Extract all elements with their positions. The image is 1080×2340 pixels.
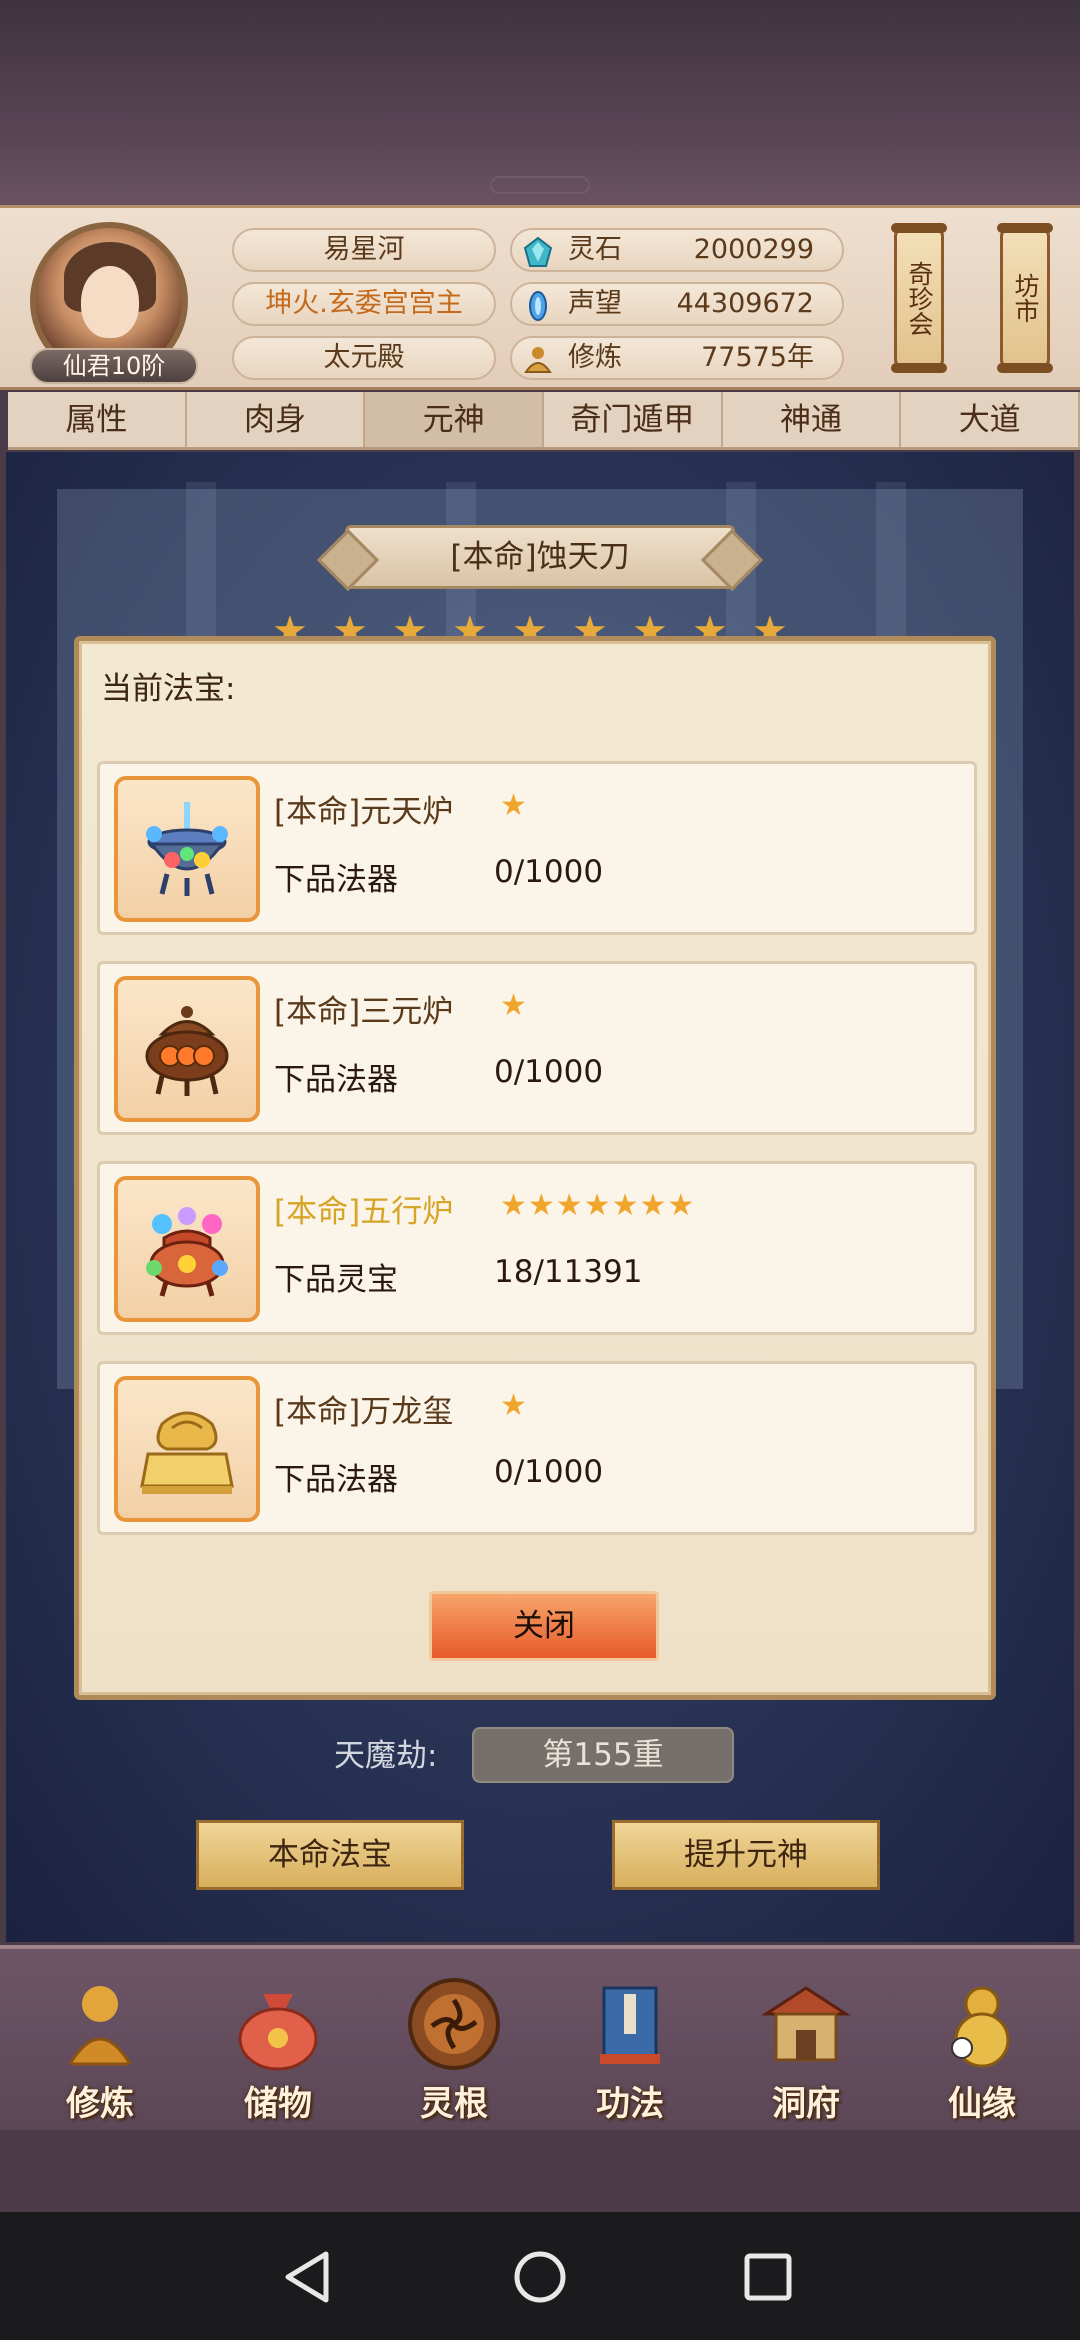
- top-banner: [0, 0, 1080, 205]
- nav-label: 修炼: [66, 2084, 134, 2124]
- player-sect: 太元殿: [232, 336, 496, 380]
- bottom-band: [0, 2130, 1080, 2212]
- nav-cave-mansion[interactable]: 洞府: [736, 1964, 876, 2124]
- rank-badge: 仙君10阶: [30, 348, 198, 384]
- item-progress: 0/1000: [494, 1454, 604, 1490]
- resource-value: 44309672: [676, 288, 814, 319]
- item-progress: 0/1000: [494, 854, 604, 890]
- nav-label: 储物: [244, 2084, 312, 2124]
- nav-storage[interactable]: 储物: [208, 1964, 348, 2124]
- resource-spirit-stone: 灵石 2000299: [510, 228, 844, 272]
- treasure-fair-button[interactable]: 奇珍会: [891, 223, 947, 373]
- tab-dao[interactable]: 大道: [901, 392, 1080, 447]
- ornament: [490, 176, 590, 194]
- item-progress: 18/11391: [494, 1254, 643, 1290]
- treasure-item[interactable]: [本命]三元炉 ★ 下品法器 0/1000: [97, 961, 977, 1135]
- bronze-cauldron-icon: [114, 976, 260, 1122]
- item-name: [本命]五行炉: [274, 1194, 454, 1230]
- nav-cultivate[interactable]: 修炼: [30, 1964, 170, 2124]
- nav-label: 功法: [596, 2084, 664, 2124]
- tab-divine-arts[interactable]: 神通: [723, 392, 902, 447]
- tab-body[interactable]: 肉身: [187, 392, 366, 447]
- item-stars: ★: [500, 988, 528, 1023]
- player-name: 易星河: [232, 228, 496, 272]
- resource-reputation: 声望 44309672: [510, 282, 844, 326]
- avatar-face: [81, 266, 139, 338]
- spirit-root-icon: [408, 1978, 500, 2070]
- cultivation-icon: [524, 347, 552, 373]
- treasure-item[interactable]: [本命]五行炉 ★★★★★★★ 下品灵宝 18/11391: [97, 1161, 977, 1335]
- resource-value: 77575年: [701, 342, 814, 373]
- five-element-cauldron-icon: [114, 1176, 260, 1322]
- storage-bag-icon: [238, 1994, 318, 2071]
- resource-value: 2000299: [693, 234, 814, 265]
- home-icon[interactable]: [505, 2242, 575, 2312]
- market-button[interactable]: 坊市: [997, 223, 1053, 373]
- bottom-nav: 修炼 储物 灵根 功法 洞府 仙缘: [0, 1945, 1080, 2130]
- back-icon[interactable]: [274, 2242, 344, 2312]
- item-stars: ★: [500, 1388, 528, 1423]
- item-grade: 下品法器: [274, 862, 398, 898]
- modal-title: 当前法宝:: [101, 671, 236, 707]
- scripture-icon: [600, 1986, 660, 2064]
- item-name: [本命]三元炉: [274, 994, 454, 1030]
- spirit-stone-icon: [523, 236, 553, 267]
- tab-soul[interactable]: 元神: [365, 392, 545, 447]
- item-stars: ★★★★★★★: [500, 1188, 696, 1223]
- nav-label: 灵根: [420, 2084, 488, 2124]
- cauldron-icon: [114, 776, 260, 922]
- artifact-title: [本命]蚀天刀: [345, 525, 735, 589]
- meditation-icon: [67, 1986, 133, 2066]
- nav-label: 洞府: [772, 2084, 840, 2124]
- treasure-modal: 当前法宝: [本命]元天炉 ★ 下品法器 0/1000 [本命]三元炉 ★ 下品…: [74, 636, 996, 1700]
- close-button[interactable]: 关闭: [429, 1591, 659, 1661]
- system-nav-bar: [0, 2212, 1080, 2340]
- nav-destiny[interactable]: 仙缘: [912, 1964, 1052, 2124]
- resource-label: 修炼: [568, 342, 622, 373]
- item-grade: 下品法器: [274, 1062, 398, 1098]
- nav-spirit-root[interactable]: 灵根: [384, 1964, 524, 2124]
- item-stars: ★: [500, 788, 528, 823]
- resource-label: 声望: [568, 288, 622, 319]
- treasure-item[interactable]: [本命]元天炉 ★ 下品法器 0/1000: [97, 761, 977, 935]
- player-title: 坤火.玄委宫宫主: [232, 282, 496, 326]
- treasure-item[interactable]: [本命]万龙玺 ★ 下品法器 0/1000: [97, 1361, 977, 1535]
- item-grade: 下品法器: [274, 1462, 398, 1498]
- dragon-seal-icon: [114, 1376, 260, 1522]
- tab-qimen[interactable]: 奇门遁甲: [544, 392, 723, 447]
- item-name: [本命]万龙玺: [274, 1394, 454, 1430]
- resource-label: 灵石: [568, 234, 622, 265]
- tianmo-label: 天魔劫:: [334, 1738, 438, 1774]
- nav-label: 仙缘: [948, 2084, 1016, 2124]
- resource-cultivation: 修炼 77575年: [510, 336, 844, 380]
- upgrade-soul-button[interactable]: 提升元神: [612, 1820, 880, 1890]
- tab-attributes[interactable]: 属性: [8, 392, 187, 447]
- tianmo-value: 第155重: [472, 1727, 734, 1783]
- recents-icon[interactable]: [733, 2242, 803, 2312]
- item-progress: 0/1000: [494, 1054, 604, 1090]
- item-grade: 下品灵宝: [274, 1262, 398, 1298]
- natal-treasure-button[interactable]: 本命法宝: [196, 1820, 464, 1890]
- player-header: 仙君10阶 易星河 坤火.玄委宫宫主 太元殿 灵石 2000299 声望 443…: [0, 205, 1080, 390]
- destiny-gourd-icon: [951, 1986, 1010, 2068]
- cave-mansion-icon: [760, 1986, 852, 2062]
- reputation-icon: [529, 291, 547, 321]
- tab-bar: 属性 肉身 元神 奇门遁甲 神通 大道: [8, 392, 1080, 450]
- nav-techniques[interactable]: 功法: [560, 1964, 700, 2124]
- item-name: [本命]元天炉: [274, 794, 454, 830]
